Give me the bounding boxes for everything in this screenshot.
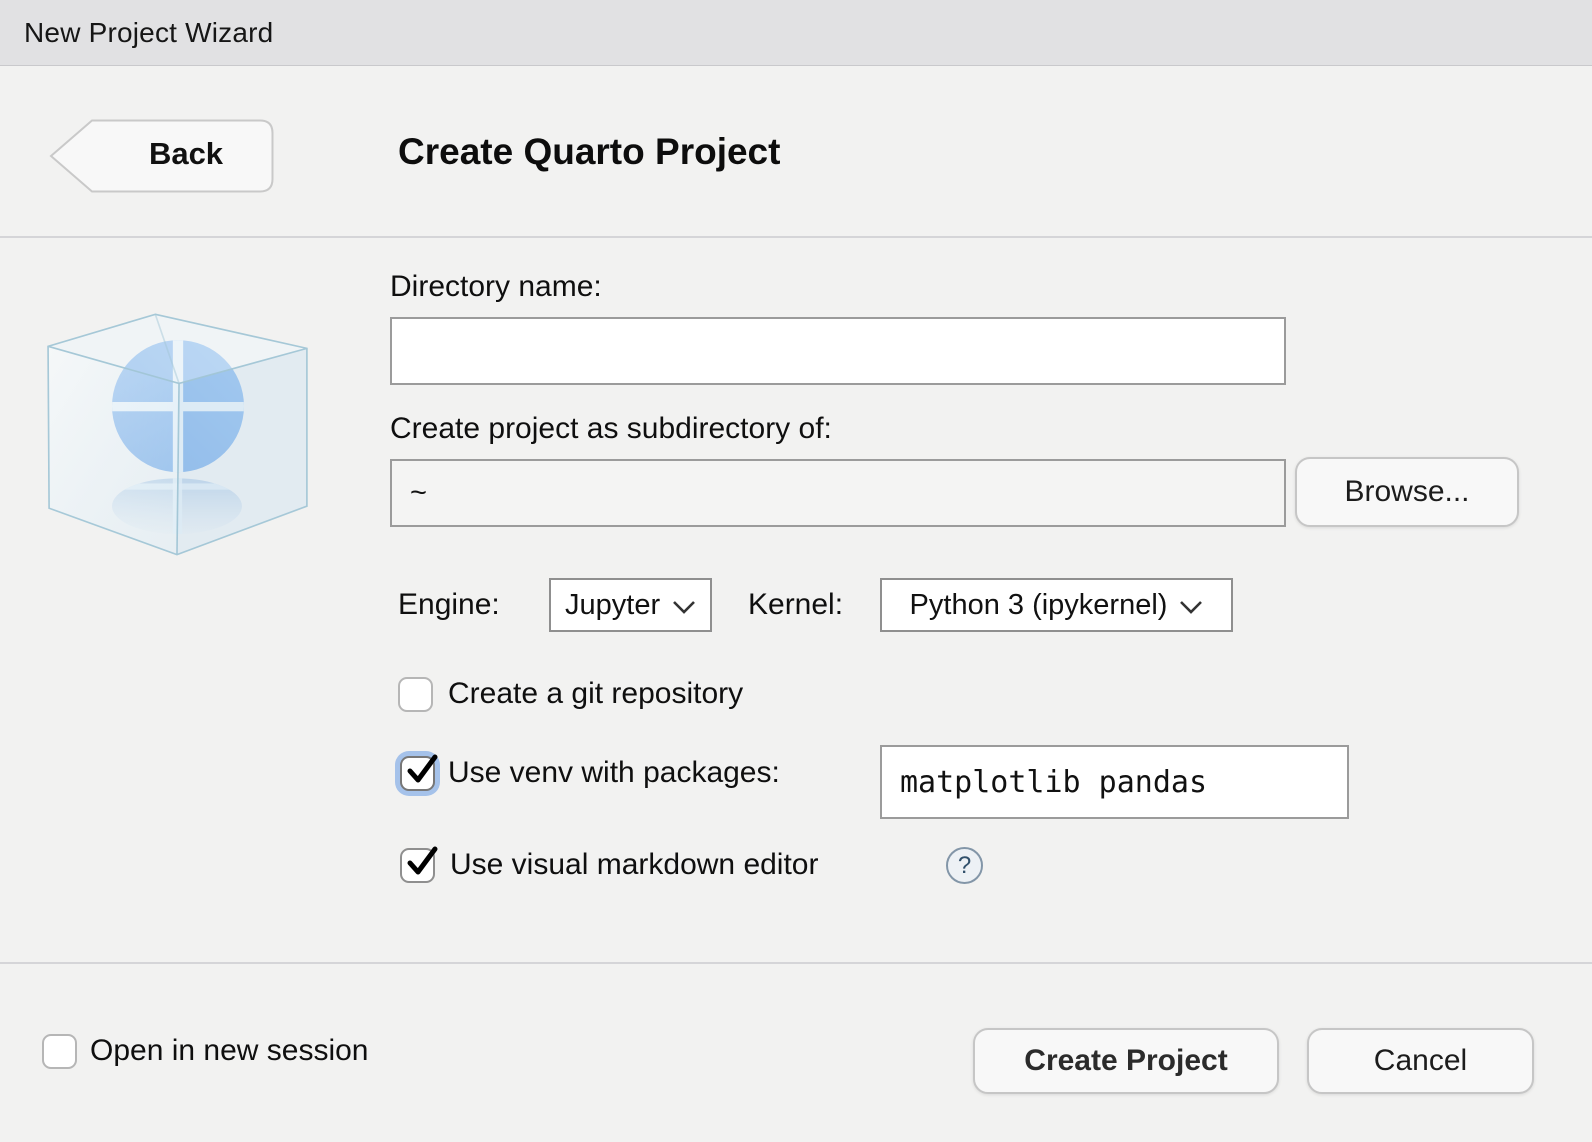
question-mark-icon[interactable]: ? [946, 847, 983, 884]
wizard-body: Directory name: Create project as subdir… [0, 240, 1592, 962]
chevron-down-icon [672, 600, 696, 615]
checkmark-icon [404, 843, 440, 879]
visual-editor-label: Use visual markdown editor [450, 848, 818, 882]
directory-name-label: Directory name: [390, 270, 602, 304]
kernel-label: Kernel: [748, 588, 843, 622]
checkmark-icon [404, 751, 440, 787]
subdirectory-label: Create project as subdirectory of: [390, 412, 832, 446]
create-project-button[interactable]: Create Project [973, 1028, 1279, 1094]
kernel-selected-value: Python 3 (ipykernel) [910, 589, 1168, 622]
git-repository-checkbox[interactable] [398, 677, 433, 712]
open-new-session-label: Open in new session [90, 1034, 369, 1068]
window-titlebar: New Project Wizard [0, 0, 1592, 66]
browse-button[interactable]: Browse... [1295, 457, 1519, 527]
engine-select[interactable]: Jupyter [549, 578, 712, 632]
back-button-label: Back [106, 117, 266, 191]
kernel-select[interactable]: Python 3 (ipykernel) [880, 578, 1233, 632]
open-new-session-checkbox[interactable] [42, 1034, 77, 1069]
directory-name-input[interactable] [390, 317, 1286, 385]
venv-packages-input[interactable] [880, 745, 1349, 819]
engine-label: Engine: [398, 588, 500, 622]
window-title: New Project Wizard [24, 17, 273, 49]
engine-selected-value: Jupyter [565, 589, 660, 622]
use-venv-label: Use venv with packages: [448, 756, 780, 790]
wizard-header: Back Create Quarto Project [0, 67, 1592, 238]
wizard-footer: Open in new session Create Project Cance… [0, 962, 1592, 1142]
use-venv-checkbox[interactable] [400, 756, 435, 791]
chevron-down-icon [1179, 600, 1203, 615]
new-project-wizard-dialog: New Project Wizard Back Create Quarto Pr… [0, 0, 1592, 1142]
git-repository-label: Create a git repository [448, 677, 743, 711]
page-title: Create Quarto Project [398, 67, 780, 236]
visual-editor-checkbox[interactable] [400, 848, 435, 883]
subdirectory-input[interactable] [390, 459, 1286, 527]
cancel-button[interactable]: Cancel [1307, 1028, 1534, 1094]
back-button[interactable]: Back [48, 117, 276, 195]
quarto-logo-icon [46, 312, 310, 558]
